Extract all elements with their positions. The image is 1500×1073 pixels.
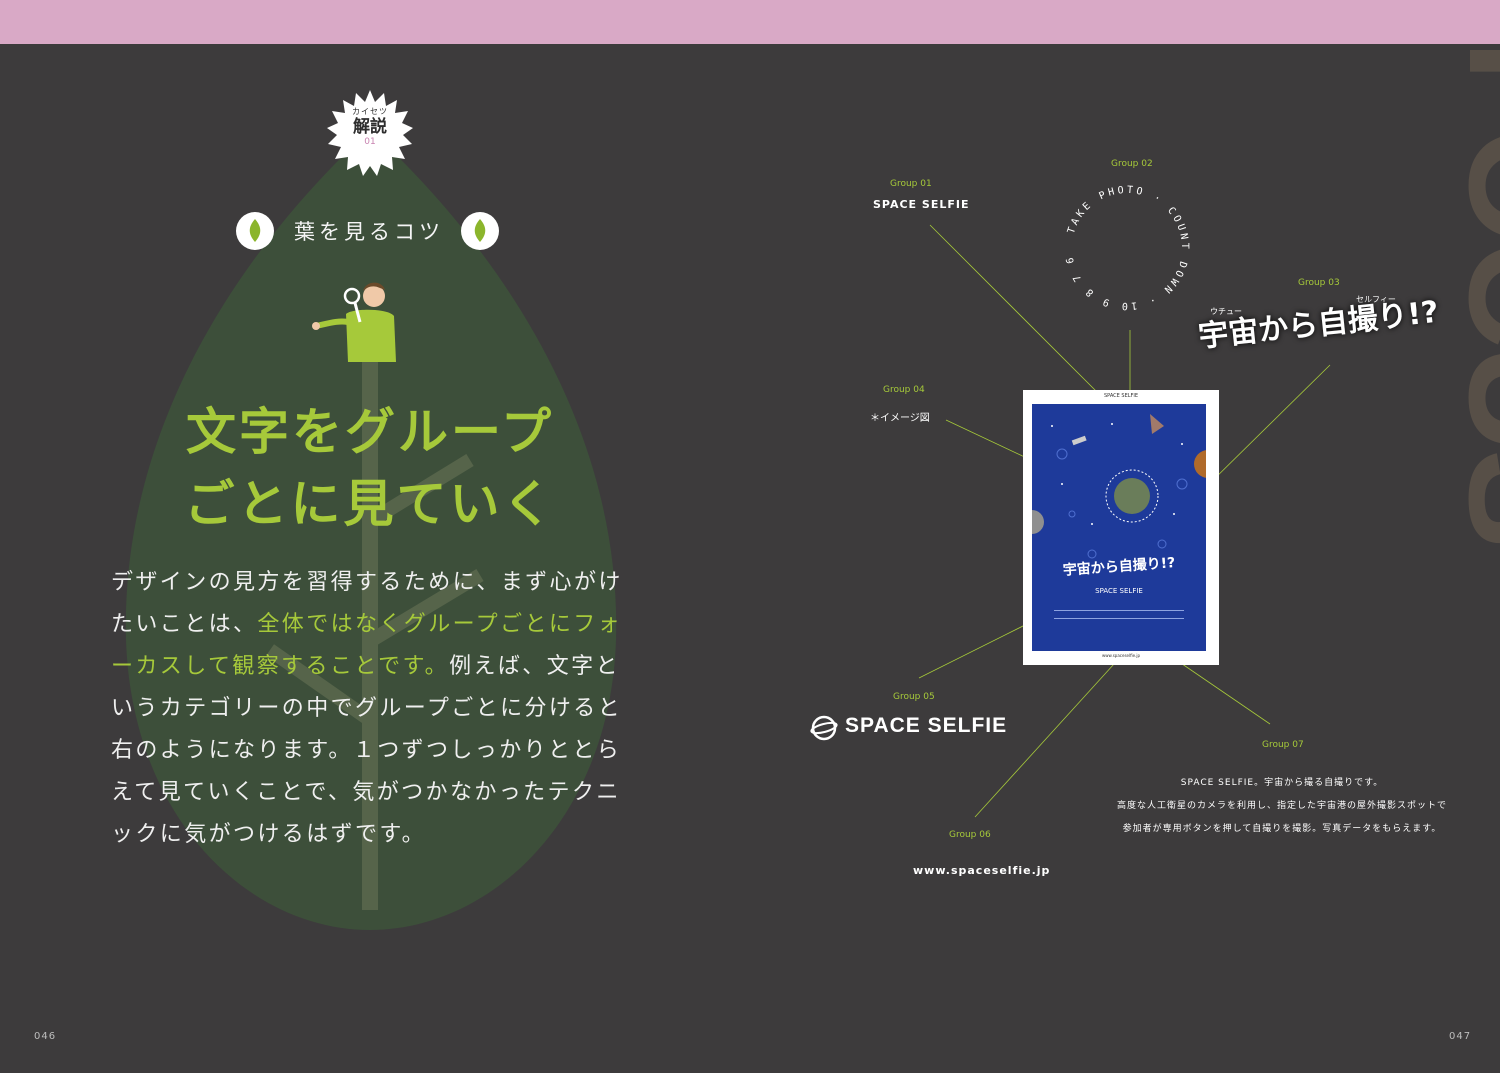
headline-line-1: 文字をグループ	[186, 403, 554, 461]
person-magnifier-illustration	[312, 282, 396, 362]
headline: 文字をグループ ごとに見ていく	[150, 396, 590, 540]
group-07-line-1: SPACE SELFIE。宇宙から撮る自撮りです。	[1180, 778, 1384, 788]
group-02-label: Group 02	[1111, 159, 1153, 169]
tips-title: 葉を見るコツ	[294, 220, 444, 244]
group-07-line-2: 高度な人工衛星のカメラを利用し、指定した宇宙港の屋外撮影スポットで	[1116, 801, 1447, 811]
badge-title: 解説	[353, 117, 387, 137]
group-07-line-3: 参加者が専用ボタンを押して自撮りを撮影。写真データをもらえます。	[1122, 824, 1442, 834]
poster-blue-area: 宇宙から自撮り!? SPACE SELFIE	[1032, 404, 1206, 651]
group-04-label: Group 04	[883, 385, 925, 395]
poster-copy-line	[1054, 618, 1184, 619]
space-selfie-logo-icon	[810, 715, 838, 741]
countdown-arc-text: TAKE PHOTO · COUNT DOWN · 10 9 8 7 6 5 4…	[0, 0, 1190, 311]
group-07-label: Group 07	[1262, 740, 1304, 750]
body-text: デザインの見方を習得するために、まず心がけたいことは、全体ではなくグループごとに…	[111, 562, 641, 856]
focus-word: FOCUS	[1438, 40, 1500, 545]
badge-text: カイセツ 解説 01	[326, 106, 414, 147]
page-number-left: 046	[34, 1031, 57, 1042]
group-01-label: Group 01	[890, 179, 932, 189]
group-03-label: Group 03	[1298, 278, 1340, 288]
svg-text:FOCUS: FOCUS	[1438, 40, 1500, 545]
poster-brand: SPACE SELFIE	[1095, 587, 1143, 595]
group-07-text: SPACE SELFIE。宇宙から撮る自撮りです。 高度な人工衛星のカメラを利用…	[1108, 772, 1456, 841]
leaf-icon-left	[236, 212, 274, 250]
group-05-text: SPACE SELFIE	[845, 714, 1008, 737]
poster-space-art	[1032, 414, 1206, 559]
badge-ruby: カイセツ	[352, 107, 388, 116]
poster-url: www.spaceselfie.jp	[1101, 653, 1140, 658]
badge-number: 01	[364, 137, 376, 147]
poster-image: SPACE SELFIE 宇宙から自撮り!? SPACE SELFIE www.…	[1023, 390, 1219, 665]
poster-top-text: SPACE SELFIE	[1103, 393, 1139, 399]
group-01-text: SPACE SELFIE	[873, 198, 970, 211]
poster-copy-line	[1054, 610, 1184, 611]
group-05-label: Group 05	[893, 692, 935, 702]
body-part-2: 例えば、文字というカテゴリーの中でグループごとに分けると右のようになります。１つ…	[111, 654, 623, 847]
group-06-text: www.spaceselfie.jp	[913, 864, 1051, 877]
leaf-icon-right	[461, 212, 499, 250]
page-number-right: 047	[1449, 1031, 1472, 1042]
group-04-text: ＊イメージ図	[870, 413, 930, 424]
headline-line-2: ごとに見ていく	[184, 475, 556, 533]
group-06-label: Group 06	[949, 830, 991, 840]
